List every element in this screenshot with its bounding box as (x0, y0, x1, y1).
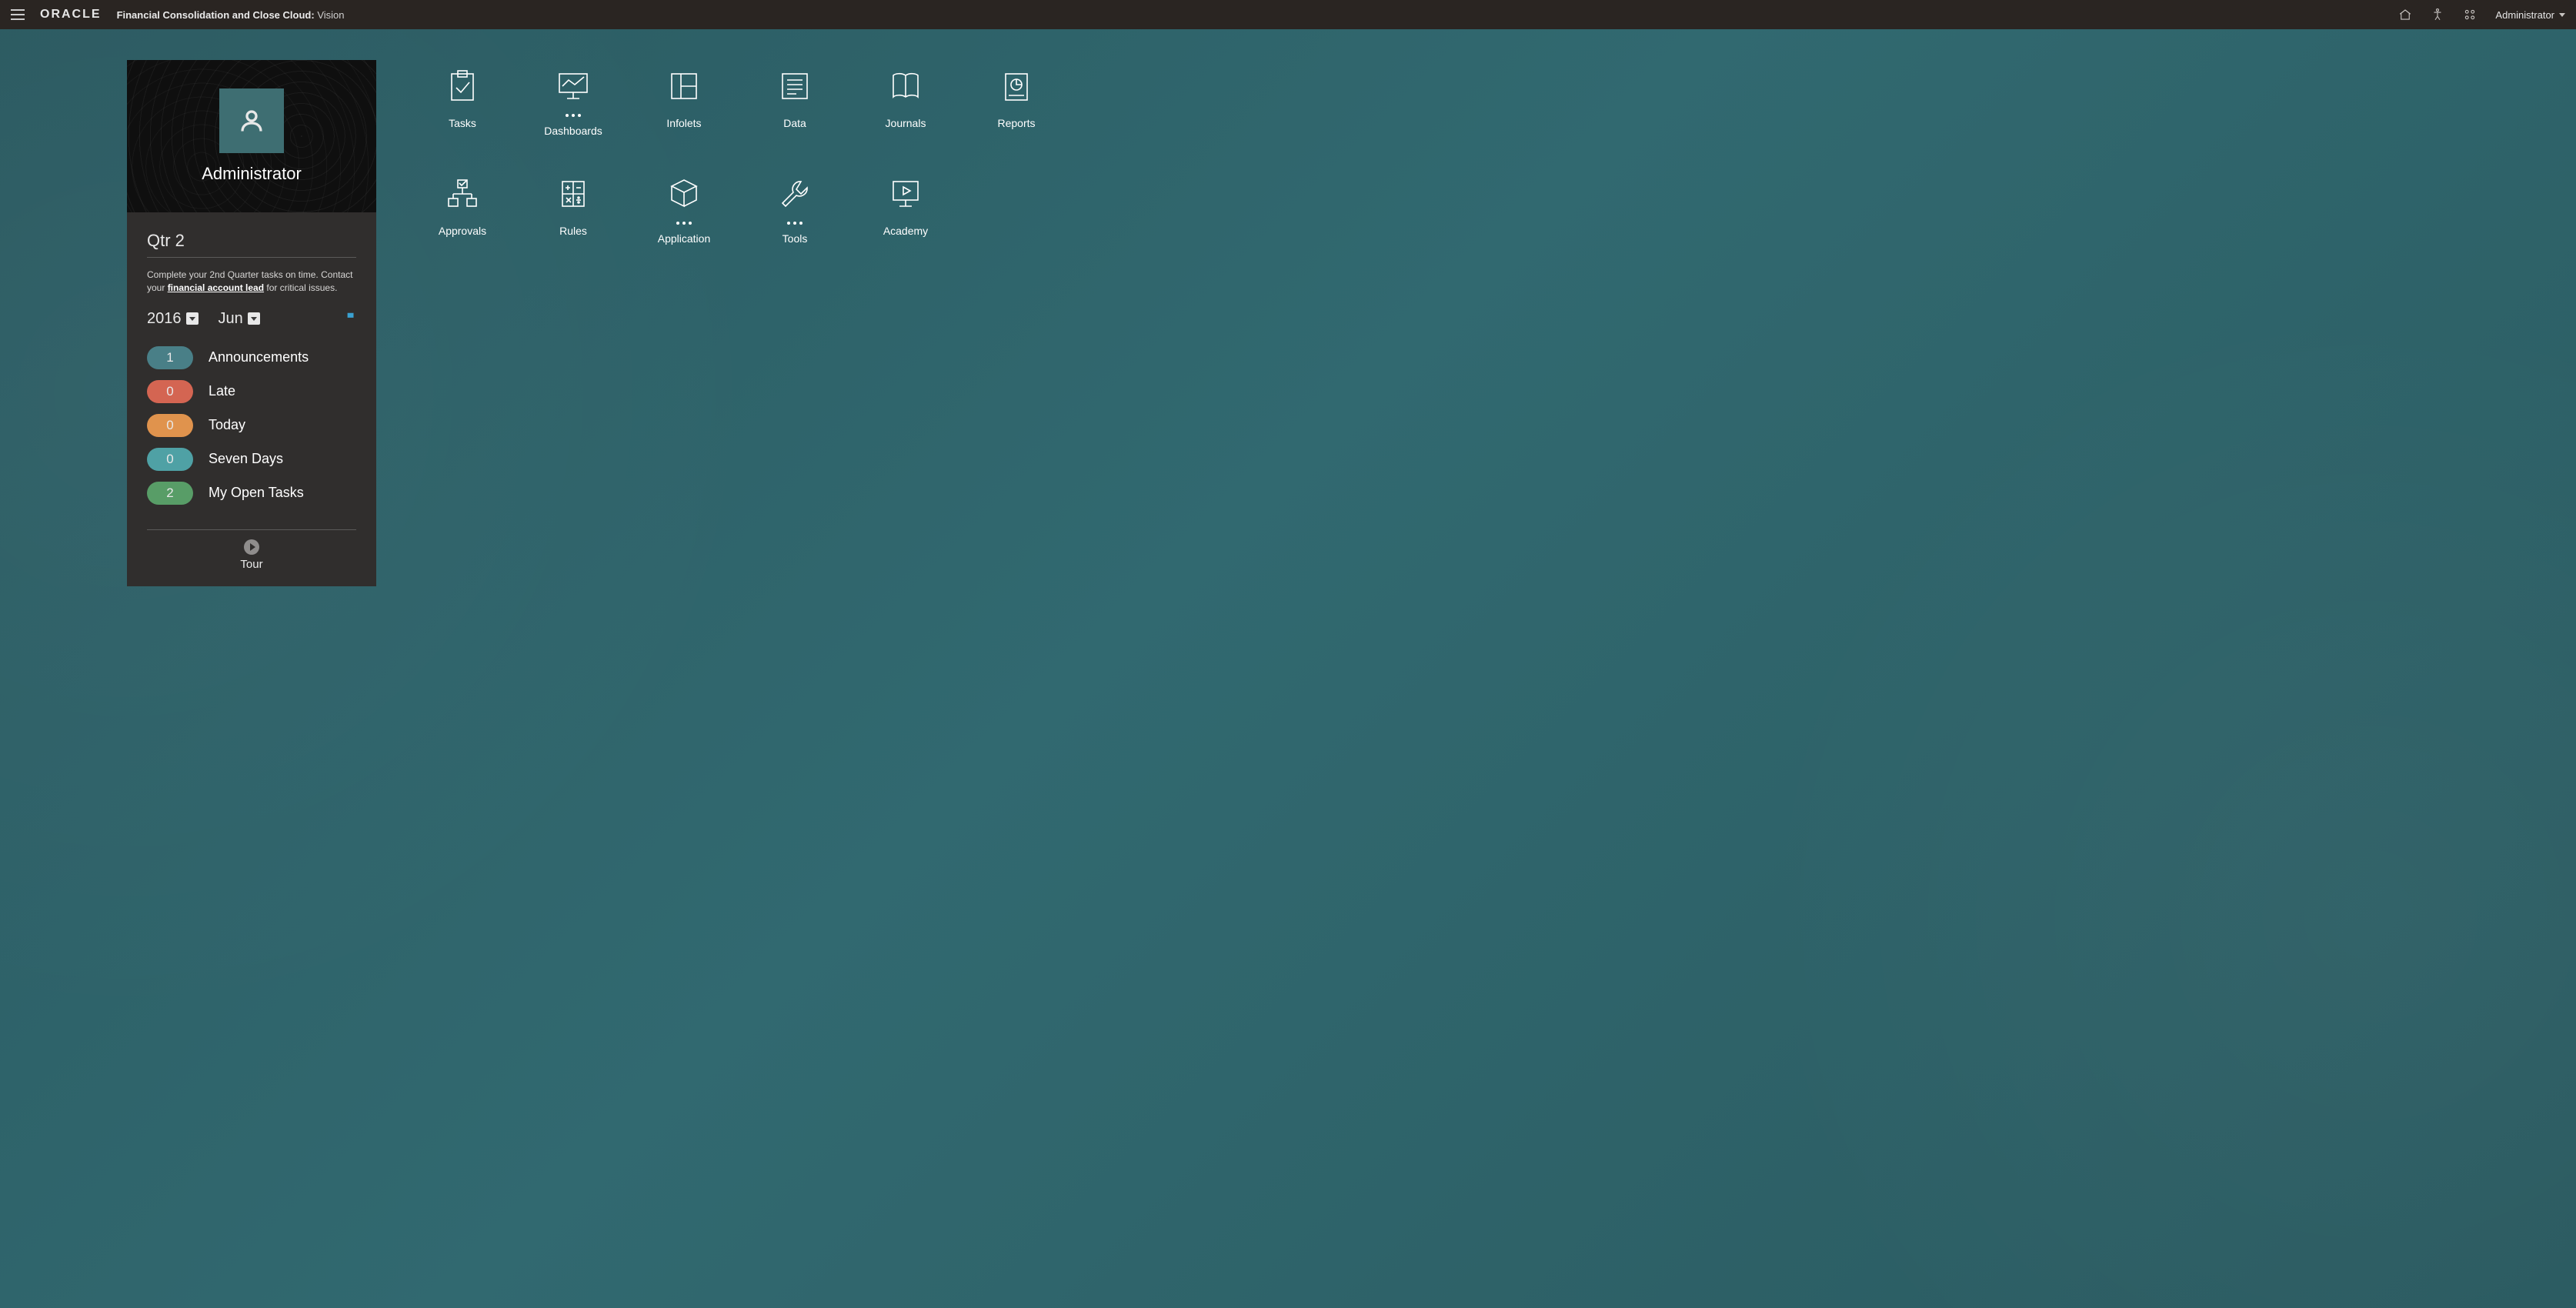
app-name: Financial Consolidation and Close Cloud: (117, 9, 315, 21)
tile-grid: Tasks Dashboards Infolets Data Journals Repor… (407, 60, 1072, 586)
flag-icon[interactable] (345, 312, 356, 326)
tile-tools[interactable]: Tools (739, 168, 850, 275)
month-value: Jun (219, 310, 243, 328)
user-menu[interactable]: Administrator (2495, 9, 2565, 21)
stat-row-late[interactable]: 0 Late (147, 380, 356, 403)
accessibility-icon[interactable] (2431, 8, 2444, 22)
stat-label: Announcements (209, 349, 309, 365)
divider (147, 257, 356, 258)
stat-row-seven-days[interactable]: 0 Seven Days (147, 448, 356, 471)
play-monitor-icon (887, 171, 924, 217)
tile-dots (676, 222, 692, 225)
cube-icon (666, 171, 702, 217)
apps-grid-icon[interactable] (2463, 8, 2477, 22)
main-area: Administrator Qtr 2 Complete your 2nd Qu… (0, 29, 2576, 586)
quarter-message: Complete your 2nd Quarter tasks on time.… (147, 269, 356, 295)
chevron-down-icon (186, 312, 199, 325)
org-check-icon (444, 171, 481, 217)
oracle-logo: ORACLE (40, 8, 102, 22)
quarter-title: Qtr 2 (147, 231, 356, 251)
tile-label: Tasks (449, 117, 476, 129)
calculator-icon (555, 171, 592, 217)
stat-count: 2 (147, 482, 193, 505)
instance-name: Vision (317, 9, 344, 21)
tour-label: Tour (240, 558, 262, 571)
financial-lead-link[interactable]: financial account lead (168, 282, 264, 293)
menu-icon[interactable] (11, 9, 25, 20)
panel-body: Qtr 2 Complete your 2nd Quarter tasks on… (127, 212, 376, 529)
tile-dots (566, 114, 581, 117)
tile-label: Infolets (666, 117, 701, 129)
tile-label: Rules (559, 225, 587, 237)
tile-label: Approvals (439, 225, 486, 237)
period-row: 2016 Jun (147, 310, 356, 328)
year-selector[interactable]: 2016 (147, 310, 199, 328)
panel-username: Administrator (202, 164, 302, 184)
play-icon (244, 539, 259, 555)
user-menu-label: Administrator (2495, 9, 2554, 21)
panel-layout-icon (666, 63, 702, 109)
stat-row-today[interactable]: 0 Today (147, 414, 356, 437)
top-bar: ORACLE Financial Consolidation and Close… (0, 0, 2576, 29)
stat-count: 0 (147, 414, 193, 437)
tile-reports[interactable]: Reports (961, 60, 1072, 168)
stat-list: 1 Announcements 0 Late 0 Today 0 Seven Days 2 My … (147, 346, 356, 505)
tile-approvals[interactable]: Approvals (407, 168, 518, 275)
tile-application[interactable]: Application (629, 168, 739, 275)
open-book-icon (887, 63, 924, 109)
avatar (219, 88, 284, 153)
tile-label: Application (658, 232, 711, 245)
monitor-chart-icon (555, 63, 592, 109)
stat-label: Today (209, 417, 245, 433)
tile-dots (787, 222, 802, 225)
month-selector[interactable]: Jun (219, 310, 260, 328)
tile-tasks[interactable]: Tasks (407, 60, 518, 168)
topbar-icons: Administrator (2398, 8, 2565, 22)
tile-label: Dashboards (544, 125, 602, 137)
tile-label: Reports (997, 117, 1035, 129)
stat-count: 0 (147, 380, 193, 403)
tile-label: Tools (782, 232, 808, 245)
tile-journals[interactable]: Journals (850, 60, 961, 168)
tile-label: Data (783, 117, 806, 129)
quarter-message-post: for critical issues. (264, 282, 337, 293)
stat-row-my-open-tasks[interactable]: 2 My Open Tasks (147, 482, 356, 505)
panel-header: Administrator (127, 60, 376, 212)
year-value: 2016 (147, 310, 182, 328)
tour-button[interactable]: Tour (147, 529, 356, 586)
stat-label: My Open Tasks (209, 485, 304, 501)
tile-label: Journals (886, 117, 926, 129)
home-icon[interactable] (2398, 8, 2412, 22)
tile-infolets[interactable]: Infolets (629, 60, 739, 168)
list-lines-icon (776, 63, 813, 109)
app-title: Financial Consolidation and Close Cloud:… (117, 9, 345, 21)
wrench-icon (776, 171, 813, 217)
stat-count: 1 (147, 346, 193, 369)
clipboard-check-icon (444, 63, 481, 109)
stat-count: 0 (147, 448, 193, 471)
tile-rules[interactable]: Rules (518, 168, 629, 275)
pie-document-icon (998, 63, 1035, 109)
stat-label: Seven Days (209, 451, 283, 467)
chevron-down-icon (248, 312, 260, 325)
tile-label: Academy (883, 225, 928, 237)
tile-dashboards[interactable]: Dashboards (518, 60, 629, 168)
summary-panel: Administrator Qtr 2 Complete your 2nd Qu… (127, 60, 376, 586)
tile-academy[interactable]: Academy (850, 168, 961, 275)
tile-data[interactable]: Data (739, 60, 850, 168)
chevron-down-icon (2559, 13, 2565, 17)
stat-row-announcements[interactable]: 1 Announcements (147, 346, 356, 369)
stat-label: Late (209, 383, 235, 399)
